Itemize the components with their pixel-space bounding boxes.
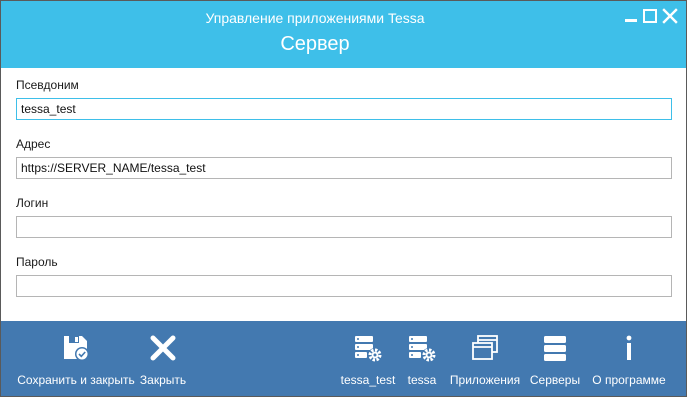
address-label: Адрес bbox=[16, 137, 51, 151]
server-tessa-label: tessa bbox=[407, 373, 437, 387]
alias-label: Псевдоним bbox=[16, 78, 79, 92]
server-tessa-button[interactable]: tessa bbox=[402, 321, 442, 396]
applications-button[interactable]: Приложения bbox=[447, 321, 523, 396]
password-input[interactable] bbox=[16, 275, 672, 297]
page-title: Сервер bbox=[280, 33, 350, 55]
bottom-toolbar: Сохранить и закрыть Закрыть tessa_test t… bbox=[1, 321, 686, 396]
alias-input[interactable] bbox=[16, 98, 672, 120]
save-icon bbox=[61, 333, 91, 363]
login-label: Логин bbox=[16, 196, 49, 210]
server-settings-icon bbox=[353, 333, 383, 363]
server-tessa-test-button[interactable]: tessa_test bbox=[338, 321, 398, 396]
server-settings-icon bbox=[407, 333, 437, 363]
close-label: Закрыть bbox=[139, 373, 187, 387]
about-button[interactable]: О программе bbox=[587, 321, 671, 396]
close-button[interactable]: Закрыть bbox=[137, 321, 189, 396]
close-window-icon[interactable] bbox=[662, 8, 678, 24]
servers-label: Серверы bbox=[529, 373, 581, 387]
close-x-icon bbox=[148, 333, 178, 363]
maximize-icon[interactable] bbox=[643, 9, 657, 23]
server-form: Псевдоним Адрес Логин Пароль bbox=[1, 68, 686, 321]
address-input[interactable] bbox=[16, 157, 672, 179]
about-label: О программе bbox=[592, 373, 666, 387]
servers-button[interactable]: Серверы bbox=[527, 321, 583, 396]
save-and-close-button[interactable]: Сохранить и закрыть bbox=[15, 321, 137, 396]
app-title: Управление приложениями Tessa bbox=[205, 10, 425, 26]
server-tessa-test-label: tessa_test bbox=[340, 373, 396, 387]
password-label: Пароль bbox=[16, 255, 58, 269]
login-input[interactable] bbox=[16, 216, 672, 238]
windows-icon bbox=[470, 333, 500, 363]
applications-label: Приложения bbox=[449, 373, 521, 387]
server-window: Управление приложениями Tessa Сервер Псе… bbox=[0, 0, 687, 397]
minimize-icon[interactable] bbox=[624, 9, 638, 23]
servers-icon bbox=[540, 333, 570, 363]
title-bar: Управление приложениями Tessa Сервер bbox=[1, 1, 686, 68]
info-icon bbox=[614, 333, 644, 363]
save-and-close-label: Сохранить и закрыть bbox=[17, 373, 135, 387]
